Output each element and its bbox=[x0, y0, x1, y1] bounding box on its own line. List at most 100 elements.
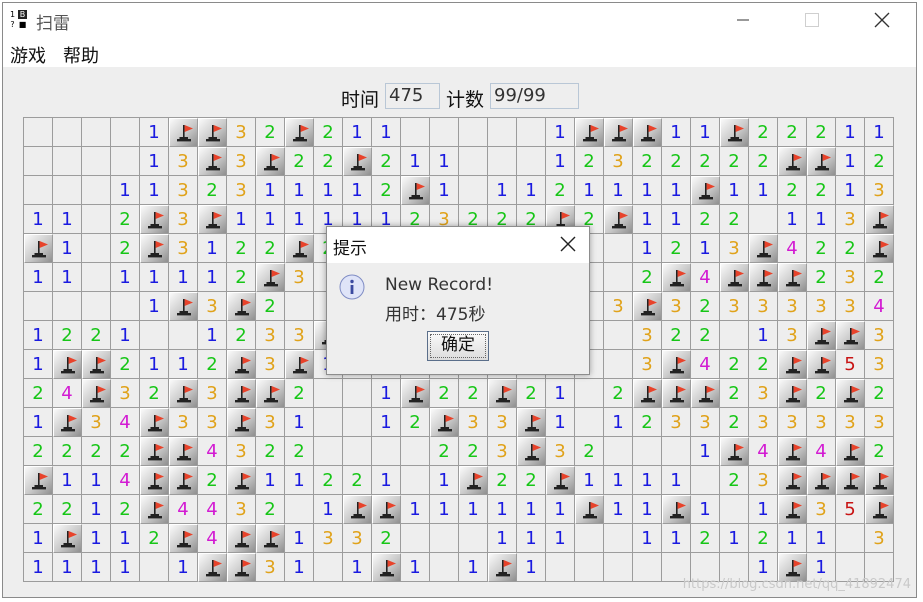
empty-cell[interactable] bbox=[285, 495, 314, 524]
empty-cell[interactable] bbox=[53, 118, 82, 147]
dialog-close-button[interactable] bbox=[557, 233, 579, 255]
number-cell[interactable]: 2 bbox=[865, 379, 894, 408]
empty-cell[interactable] bbox=[314, 379, 343, 408]
number-cell[interactable]: 2 bbox=[111, 350, 140, 379]
flagged-cell[interactable] bbox=[604, 205, 633, 234]
number-cell[interactable]: 2 bbox=[140, 524, 169, 553]
flagged-cell[interactable] bbox=[82, 379, 111, 408]
number-cell[interactable]: 3 bbox=[314, 524, 343, 553]
flagged-cell[interactable] bbox=[256, 263, 285, 292]
empty-cell[interactable] bbox=[82, 292, 111, 321]
flagged-cell[interactable] bbox=[401, 176, 430, 205]
number-cell[interactable]: 3 bbox=[459, 408, 488, 437]
number-cell[interactable]: 2 bbox=[749, 147, 778, 176]
number-cell[interactable]: 1 bbox=[459, 553, 488, 582]
empty-cell[interactable] bbox=[662, 437, 691, 466]
number-cell[interactable]: 2 bbox=[24, 379, 53, 408]
number-cell[interactable]: 2 bbox=[633, 147, 662, 176]
number-cell[interactable]: 3 bbox=[749, 408, 778, 437]
flagged-cell[interactable] bbox=[836, 437, 865, 466]
flagged-cell[interactable] bbox=[517, 408, 546, 437]
flagged-cell[interactable] bbox=[198, 553, 227, 582]
number-cell[interactable]: 4 bbox=[198, 437, 227, 466]
flagged-cell[interactable] bbox=[720, 263, 749, 292]
number-cell[interactable]: 2 bbox=[227, 263, 256, 292]
number-cell[interactable]: 1 bbox=[53, 234, 82, 263]
number-cell[interactable]: 1 bbox=[517, 553, 546, 582]
number-cell[interactable]: 2 bbox=[140, 379, 169, 408]
flagged-cell[interactable] bbox=[691, 176, 720, 205]
number-cell[interactable]: 2 bbox=[691, 292, 720, 321]
number-cell[interactable]: 2 bbox=[662, 147, 691, 176]
empty-cell[interactable] bbox=[169, 321, 198, 350]
number-cell[interactable]: 1 bbox=[24, 350, 53, 379]
flagged-cell[interactable] bbox=[488, 553, 517, 582]
number-cell[interactable]: 1 bbox=[720, 524, 749, 553]
number-cell[interactable]: 1 bbox=[140, 147, 169, 176]
number-cell[interactable]: 1 bbox=[691, 437, 720, 466]
number-cell[interactable]: 3 bbox=[227, 118, 256, 147]
number-cell[interactable]: 2 bbox=[836, 234, 865, 263]
number-cell[interactable]: 1 bbox=[575, 466, 604, 495]
number-cell[interactable]: 2 bbox=[662, 321, 691, 350]
number-cell[interactable]: 2 bbox=[807, 234, 836, 263]
number-cell[interactable]: 4 bbox=[807, 437, 836, 466]
flagged-cell[interactable] bbox=[633, 292, 662, 321]
number-cell[interactable]: 1 bbox=[285, 466, 314, 495]
number-cell[interactable]: 2 bbox=[517, 379, 546, 408]
flagged-cell[interactable] bbox=[807, 350, 836, 379]
number-cell[interactable]: 3 bbox=[865, 321, 894, 350]
number-cell[interactable]: 3 bbox=[169, 147, 198, 176]
flagged-cell[interactable] bbox=[836, 466, 865, 495]
number-cell[interactable]: 2 bbox=[633, 263, 662, 292]
menu-game[interactable]: 游戏 bbox=[10, 42, 46, 68]
number-cell[interactable]: 1 bbox=[633, 495, 662, 524]
flagged-cell[interactable] bbox=[778, 437, 807, 466]
number-cell[interactable]: 3 bbox=[169, 234, 198, 263]
number-cell[interactable]: 4 bbox=[53, 379, 82, 408]
number-cell[interactable]: 1 bbox=[778, 205, 807, 234]
flagged-cell[interactable] bbox=[169, 437, 198, 466]
number-cell[interactable]: 1 bbox=[836, 176, 865, 205]
number-cell[interactable]: 1 bbox=[546, 147, 575, 176]
empty-cell[interactable] bbox=[82, 234, 111, 263]
empty-cell[interactable] bbox=[836, 524, 865, 553]
number-cell[interactable]: 1 bbox=[662, 205, 691, 234]
empty-cell[interactable] bbox=[633, 553, 662, 582]
number-cell[interactable]: 3 bbox=[488, 437, 517, 466]
flagged-cell[interactable] bbox=[575, 118, 604, 147]
number-cell[interactable]: 1 bbox=[633, 176, 662, 205]
empty-cell[interactable] bbox=[24, 292, 53, 321]
number-cell[interactable]: 2 bbox=[285, 379, 314, 408]
number-cell[interactable]: 3 bbox=[285, 263, 314, 292]
number-cell[interactable]: 2 bbox=[517, 466, 546, 495]
number-cell[interactable]: 1 bbox=[807, 524, 836, 553]
empty-cell[interactable] bbox=[111, 118, 140, 147]
number-cell[interactable]: 1 bbox=[314, 176, 343, 205]
number-cell[interactable]: 3 bbox=[836, 263, 865, 292]
flagged-cell[interactable] bbox=[53, 408, 82, 437]
number-cell[interactable]: 1 bbox=[546, 118, 575, 147]
number-cell[interactable]: 2 bbox=[343, 466, 372, 495]
flagged-cell[interactable] bbox=[865, 466, 894, 495]
empty-cell[interactable] bbox=[430, 118, 459, 147]
number-cell[interactable]: 2 bbox=[53, 495, 82, 524]
number-cell[interactable]: 2 bbox=[401, 408, 430, 437]
flagged-cell[interactable] bbox=[256, 524, 285, 553]
empty-cell[interactable] bbox=[53, 147, 82, 176]
number-cell[interactable]: 2 bbox=[53, 321, 82, 350]
number-cell[interactable]: 3 bbox=[343, 524, 372, 553]
empty-cell[interactable] bbox=[517, 147, 546, 176]
number-cell[interactable]: 3 bbox=[169, 205, 198, 234]
empty-cell[interactable] bbox=[372, 437, 401, 466]
empty-cell[interactable] bbox=[459, 524, 488, 553]
empty-cell[interactable] bbox=[575, 553, 604, 582]
number-cell[interactable]: 1 bbox=[401, 495, 430, 524]
number-cell[interactable]: 1 bbox=[53, 553, 82, 582]
number-cell[interactable]: 1 bbox=[575, 176, 604, 205]
number-cell[interactable]: 2 bbox=[198, 466, 227, 495]
number-cell[interactable]: 2 bbox=[807, 176, 836, 205]
maximize-button[interactable] bbox=[789, 3, 835, 37]
number-cell[interactable]: 2 bbox=[720, 466, 749, 495]
empty-cell[interactable] bbox=[488, 147, 517, 176]
